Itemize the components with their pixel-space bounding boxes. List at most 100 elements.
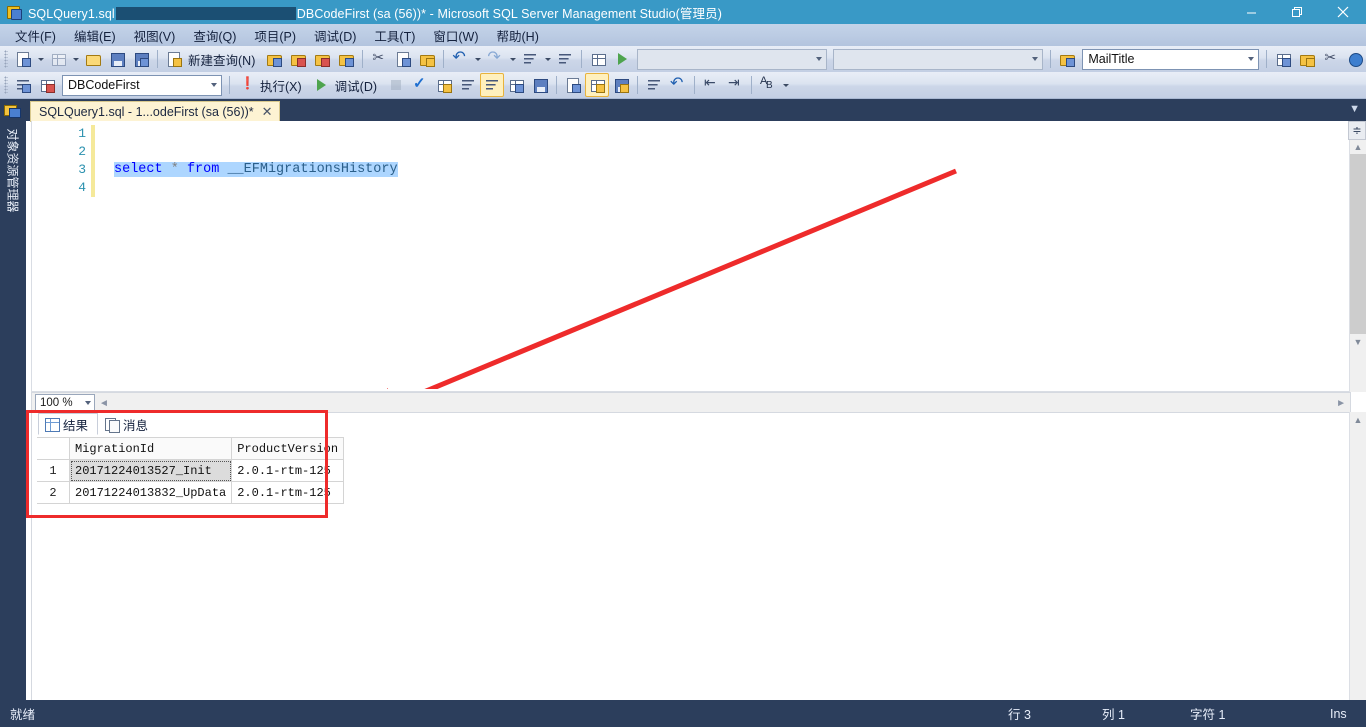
cut-icon[interactable] (367, 47, 391, 71)
menu-item-project[interactable]: 项目(P) (245, 24, 305, 47)
menu-item-file[interactable]: 文件(F) (6, 24, 65, 47)
tab-messages[interactable]: 消息 (98, 413, 158, 435)
row-number[interactable]: 1 (37, 459, 70, 482)
new-query-label[interactable]: 新建查询(N) (186, 50, 262, 69)
new-query-dropdown-icon[interactable] (35, 48, 46, 70)
execute-label[interactable]: 执行(X) (258, 76, 309, 95)
paste-icon[interactable] (415, 47, 439, 71)
row-header-corner[interactable] (37, 437, 70, 460)
column-header-productversion[interactable]: ProductVersion (231, 437, 345, 460)
menu-item-debug[interactable]: 调试(D) (305, 24, 365, 47)
uncomment-icon[interactable] (666, 73, 690, 97)
close-icon[interactable] (1320, 0, 1366, 24)
object-explorer-icon[interactable] (1295, 47, 1319, 71)
debug-target-combo[interactable] (637, 48, 828, 70)
menu-item-edit[interactable]: 编辑(E) (65, 24, 125, 47)
increase-indent-icon[interactable] (723, 73, 747, 97)
chevron-down-icon[interactable] (206, 77, 221, 94)
results-to-text-icon[interactable] (561, 73, 585, 97)
comment-icon[interactable] (642, 73, 666, 97)
debug-label[interactable]: 调试(D) (333, 76, 384, 95)
toolbar-grip[interactable] (4, 50, 8, 68)
menu-item-view[interactable]: 视图(V) (125, 24, 185, 47)
editor-splitter-handle[interactable]: ≑ (1348, 121, 1366, 140)
template-explorer-icon[interactable] (1319, 47, 1343, 71)
cell-migrationid[interactable]: 20171224013832_UpData (68, 481, 233, 504)
navigate-backward-icon[interactable] (518, 47, 542, 71)
connect-icon[interactable] (11, 73, 35, 97)
decrease-indent-icon[interactable] (699, 73, 723, 97)
row-number[interactable]: 2 (37, 481, 70, 504)
parse-icon[interactable] (408, 73, 432, 97)
chevron-down-icon[interactable]: ▼ (1349, 103, 1360, 115)
object-explorer-dock[interactable]: 对象资源管理器 (0, 99, 26, 727)
save-icon[interactable] (105, 47, 129, 71)
results-to-file-icon[interactable] (609, 73, 633, 97)
new-analysis-services-query-icon[interactable] (262, 47, 286, 71)
registered-servers-icon[interactable] (1271, 47, 1295, 71)
navigate-backward-dropdown-icon[interactable] (542, 48, 553, 70)
chevron-down-icon[interactable] (1243, 51, 1258, 68)
tab-results[interactable]: 结果 (38, 413, 99, 435)
editor-vertical-scrollbar[interactable]: ≑ ▲ ▼ (1348, 121, 1366, 392)
display-estimated-plan-icon[interactable] (432, 73, 456, 97)
specify-values-icon[interactable] (756, 73, 780, 97)
undo-dropdown-icon[interactable] (472, 48, 483, 70)
scrollbar-thumb[interactable] (1350, 154, 1366, 334)
cell-productversion[interactable]: 2.0.1-rtm-125 (231, 459, 345, 482)
results-grid[interactable]: MigrationId ProductVersion 1 20171224013… (37, 437, 345, 504)
include-live-stats-icon[interactable] (504, 73, 528, 97)
minimize-icon[interactable] (1228, 0, 1274, 24)
debug-config-combo[interactable] (833, 48, 1044, 70)
table-row[interactable]: 1 20171224013527_Init 2.0.1-rtm-125 (37, 459, 345, 482)
close-icon[interactable]: ✕ (262, 104, 273, 120)
scroll-up-icon[interactable]: ▲ (1350, 412, 1366, 427)
redo-dropdown-icon[interactable] (507, 48, 518, 70)
find-in-files-icon[interactable] (586, 47, 610, 71)
scroll-right-icon[interactable]: ► (1332, 398, 1350, 409)
copy-icon[interactable] (391, 47, 415, 71)
object-search-combo[interactable]: MailTitle (1082, 48, 1260, 70)
execute-icon[interactable] (234, 73, 258, 97)
column-header-migrationid[interactable]: MigrationId (68, 437, 233, 460)
redo-icon[interactable] (483, 47, 507, 71)
object-search-icon[interactable] (1055, 47, 1079, 71)
menu-item-window[interactable]: 窗口(W) (424, 24, 487, 47)
scroll-down-icon[interactable]: ▼ (1350, 334, 1366, 349)
new-mdx-query-icon[interactable] (286, 47, 310, 71)
menu-item-help[interactable]: 帮助(H) (488, 24, 548, 47)
chevron-down-icon[interactable] (1027, 51, 1042, 68)
zoom-level-combo[interactable]: 100 % (35, 394, 95, 412)
scroll-up-icon[interactable]: ▲ (1350, 139, 1366, 154)
editor-code[interactable]: select * from __EFMigrationsHistory (114, 125, 398, 179)
toolbar-grip[interactable] (4, 76, 8, 94)
toolbar-overflow-icon[interactable] (780, 74, 791, 96)
sql-editor[interactable]: 1 2 3 4 select * from __EFMigrationsHistory (31, 121, 1351, 392)
table-row[interactable]: 2 20171224013832_UpData 2.0.1-rtm-125 (37, 481, 345, 504)
menu-item-query[interactable]: 查询(Q) (184, 24, 245, 47)
restore-icon[interactable] (1274, 0, 1320, 24)
undo-icon[interactable] (448, 47, 472, 71)
stop-icon[interactable] (384, 73, 408, 97)
debug-play-icon[interactable] (309, 73, 333, 97)
include-actual-plan-icon[interactable] (480, 73, 505, 97)
database-combo[interactable]: DBCodeFirst (62, 74, 222, 96)
new-xmla-query-icon[interactable] (334, 47, 358, 71)
navigate-forward-icon[interactable] (553, 47, 577, 71)
new-project-dropdown-icon[interactable] (70, 48, 81, 70)
query-options-icon[interactable] (456, 73, 480, 97)
new-project-icon[interactable] (46, 47, 70, 71)
cell-migrationid[interactable]: 20171224013527_Init (68, 459, 233, 482)
new-dmx-query-icon[interactable] (310, 47, 334, 71)
disconnect-icon[interactable] (35, 73, 59, 97)
properties-window-icon[interactable] (1343, 47, 1366, 71)
new-query-with-connection-icon[interactable] (162, 47, 186, 71)
cell-productversion[interactable]: 2.0.1-rtm-125 (231, 481, 345, 504)
scroll-left-icon[interactable]: ◄ (95, 398, 113, 409)
save-all-icon[interactable] (129, 47, 153, 71)
include-client-statistics-icon[interactable] (528, 73, 552, 97)
menu-item-tools[interactable]: 工具(T) (365, 24, 424, 47)
start-debug-icon[interactable] (610, 47, 634, 71)
results-to-grid-icon[interactable] (585, 73, 610, 97)
open-file-icon[interactable] (81, 47, 105, 71)
